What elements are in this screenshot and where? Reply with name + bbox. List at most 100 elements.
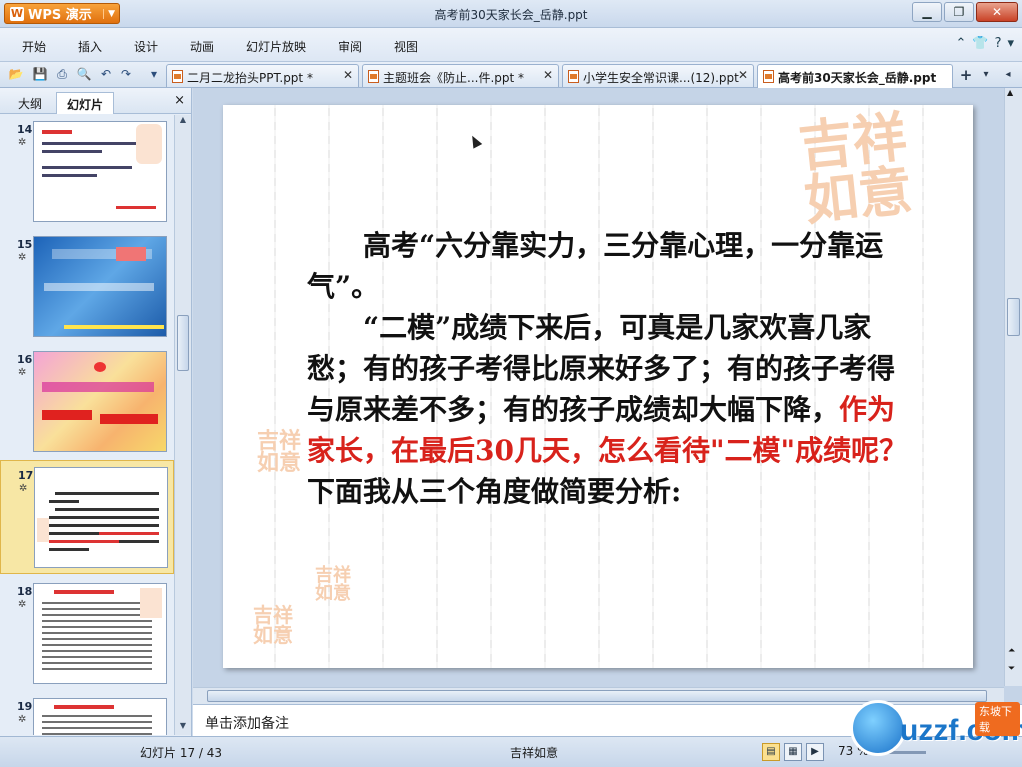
new-tab-icon[interactable]: + bbox=[956, 65, 976, 85]
print-icon[interactable]: ⎙ bbox=[54, 66, 70, 82]
current-slide[interactable]: 吉祥 如意 吉祥 如意 吉祥 如意 吉祥 如意 高考“六分靠实力，三分靠心理，一分靠运气… bbox=[223, 105, 973, 668]
tab-outline[interactable]: 大纲 bbox=[8, 92, 52, 114]
watermark-tag: 东坡下载 bbox=[975, 702, 1020, 736]
animation-star-icon: ✲ bbox=[18, 367, 27, 378]
slide-paragraph-2: “二模”成绩下来后，可真是几家欢喜几家愁；有的孩子考得比原来好多了；有的孩子考得… bbox=[307, 307, 919, 512]
paragraph-text: 下面我从三个角度做简要分析: bbox=[307, 475, 682, 508]
decorative-seal: 吉祥 如意 bbox=[257, 428, 302, 476]
open-folder-icon[interactable]: 📂 bbox=[8, 66, 24, 82]
paragraph-text: “二模”成绩下来后，可真是几家欢喜几家愁；有的孩子考得比原来好多了；有的孩子考得… bbox=[307, 311, 896, 426]
slide-thumbnail[interactable] bbox=[33, 236, 167, 337]
close-panel-icon[interactable]: × bbox=[174, 93, 185, 108]
slide-number: 18 bbox=[17, 585, 33, 598]
skin-shirt-icon[interactable]: 👕 bbox=[972, 36, 988, 51]
scroll-up-icon[interactable]: ▲ bbox=[1007, 88, 1013, 97]
slide-body-text[interactable]: 高考“六分靠实力，三分靠心理，一分靠运气”。 “二模”成绩下来后，可真是几家欢喜… bbox=[307, 225, 919, 512]
thumbnail-row-selected[interactable]: 17 ✲ bbox=[0, 460, 174, 574]
watermark-logo-icon bbox=[850, 700, 906, 756]
thumbnail-row[interactable]: 14 ✲ bbox=[0, 115, 174, 227]
animation-star-icon: ✲ bbox=[18, 137, 27, 148]
print-preview-icon[interactable]: 🔍 bbox=[76, 66, 92, 82]
animation-star-icon: ✲ bbox=[18, 714, 27, 725]
notes-placeholder: 单击添加备注 bbox=[205, 716, 289, 732]
thumbnail-row[interactable]: 15 ✲ bbox=[0, 230, 174, 342]
tab-document-1[interactable]: 二月二龙抬头PPT.ppt * ✕ bbox=[166, 64, 359, 87]
tab-document-3[interactable]: 小学生安全常识课...(12).ppt ✕ bbox=[562, 64, 754, 87]
normal-view-icon[interactable]: ▤ bbox=[762, 743, 780, 761]
slide-thumbnail[interactable] bbox=[33, 583, 167, 684]
scroll-up-icon[interactable]: ▲ bbox=[175, 115, 191, 129]
scrollbar-thumb[interactable] bbox=[177, 315, 189, 371]
animation-star-icon: ✲ bbox=[18, 599, 27, 610]
slide-indicator: 幻灯片 17 / 43 bbox=[140, 746, 223, 760]
title-bar: W WPS 演示 ▼ 高考前30天家长会_岳静.ppt ▁ ❐ ✕ bbox=[0, 0, 1022, 28]
menu-view[interactable]: 视图 bbox=[394, 38, 418, 55]
slide-number: 19 bbox=[17, 700, 33, 713]
customize-toolbar-icon[interactable]: ▾ bbox=[146, 66, 162, 82]
animation-star-icon: ✲ bbox=[18, 252, 27, 263]
tab-list-icon[interactable]: ▾ bbox=[976, 65, 996, 85]
decorative-seal: 吉祥 如意 bbox=[253, 603, 293, 647]
document-tab-bar: 📂 💾 ⎙ 🔍 ↶ ↷ ▾ 二月二龙抬头PPT.ppt * ✕ 主题班会《防止.… bbox=[0, 62, 1022, 88]
slide-editing-area: 吉祥 如意 吉祥 如意 吉祥 如意 吉祥 如意 高考“六分靠实力，三分靠心理，一分靠运气… bbox=[193, 88, 1022, 704]
slide-number: 16 bbox=[17, 353, 33, 366]
scrollbar-thumb[interactable] bbox=[1007, 298, 1020, 336]
slide-thumbnail[interactable] bbox=[33, 121, 167, 222]
slide-thumbnail[interactable] bbox=[33, 351, 167, 452]
tab-label: 主题班会《防止...件.ppt * bbox=[383, 71, 525, 85]
close-tab-icon[interactable]: ✕ bbox=[543, 68, 553, 82]
ppt-file-icon bbox=[763, 70, 774, 83]
menu-bar: 开始 插入 设计 动画 幻灯片放映 审阅 视图 ⌃ 👕 ? ▾ bbox=[0, 28, 1022, 62]
previous-slide-icon[interactable]: ⏶ bbox=[1008, 646, 1015, 656]
menu-review[interactable]: 审阅 bbox=[338, 38, 362, 55]
window-title: 高考前30天家长会_岳静.ppt bbox=[434, 8, 588, 22]
save-icon[interactable]: 💾 bbox=[32, 66, 48, 82]
slides-panel: 大纲 幻灯片 × 14 ✲ 15 ✲ 16 ✲ 17 ✲ 18 ✲ 19 ✲ ▲… bbox=[0, 88, 192, 736]
menu-slideshow[interactable]: 幻灯片放映 bbox=[246, 38, 306, 55]
menu-home[interactable]: 开始 bbox=[22, 38, 46, 55]
tab-document-4-active[interactable]: 高考前30天家长会_岳静.ppt bbox=[757, 64, 953, 88]
decorative-seal: 吉祥 如意 bbox=[315, 565, 351, 604]
slide-thumbnail[interactable] bbox=[34, 467, 168, 568]
menu-animation[interactable]: 动画 bbox=[190, 38, 214, 55]
theme-name[interactable]: 吉祥如意 bbox=[510, 744, 558, 761]
ppt-file-icon bbox=[568, 70, 579, 83]
close-tab-icon[interactable]: ✕ bbox=[343, 68, 353, 82]
slideshow-play-icon[interactable]: ▶ bbox=[806, 743, 824, 761]
tab-label: 小学生安全常识课...(12).ppt bbox=[583, 71, 739, 85]
animation-star-icon: ✲ bbox=[19, 483, 28, 494]
tab-scroll-icon[interactable]: ◂ bbox=[998, 65, 1018, 85]
tab-label: 高考前30天家长会_岳静.ppt bbox=[778, 71, 937, 85]
redo-icon[interactable]: ↷ bbox=[118, 66, 134, 82]
chevron-down-icon[interactable]: ▾ bbox=[1007, 36, 1014, 51]
slide-number: 17 bbox=[18, 469, 34, 482]
thumbnail-row[interactable]: 16 ✲ bbox=[0, 345, 174, 457]
slide-number: 14 bbox=[17, 123, 33, 136]
slide-number: 15 bbox=[17, 238, 33, 251]
slide-vertical-scrollbar[interactable]: ▲ ⏶ ⏷ bbox=[1004, 88, 1022, 686]
minimize-button[interactable]: ▁ bbox=[912, 2, 942, 22]
ppt-file-icon bbox=[368, 70, 379, 83]
slide-thumbnails: 14 ✲ 15 ✲ 16 ✲ 17 ✲ 18 ✲ 19 ✲ bbox=[0, 115, 174, 735]
tab-document-2[interactable]: 主题班会《防止...件.ppt * ✕ bbox=[362, 64, 559, 87]
chevron-up-icon[interactable]: ⌃ bbox=[955, 36, 966, 51]
thumbnail-row[interactable]: 19 ✲ bbox=[0, 692, 174, 735]
tab-slides[interactable]: 幻灯片 bbox=[56, 92, 115, 114]
tab-label: 二月二龙抬头PPT.ppt * bbox=[187, 71, 313, 85]
thumbnail-row[interactable]: 18 ✲ bbox=[0, 577, 174, 689]
next-slide-icon[interactable]: ⏷ bbox=[1008, 664, 1015, 674]
help-icon[interactable]: ? bbox=[995, 36, 1002, 51]
scroll-down-icon[interactable]: ▼ bbox=[175, 721, 191, 735]
menu-insert[interactable]: 插入 bbox=[78, 38, 102, 55]
thumbnails-scrollbar[interactable]: ▲ ▼ bbox=[174, 115, 191, 735]
maximize-button[interactable]: ❐ bbox=[944, 2, 974, 22]
slide-thumbnail[interactable] bbox=[33, 698, 167, 735]
close-tab-icon[interactable]: ✕ bbox=[738, 68, 748, 82]
site-watermark: uzzf.com 东坡下载 bbox=[850, 700, 1022, 760]
menu-design[interactable]: 设计 bbox=[134, 38, 158, 55]
slide-paragraph-1: 高考“六分靠实力，三分靠心理，一分靠运气”。 bbox=[307, 229, 884, 303]
undo-icon[interactable]: ↶ bbox=[98, 66, 114, 82]
ppt-file-icon bbox=[172, 70, 183, 83]
slide-sorter-icon[interactable]: ▦ bbox=[784, 743, 802, 761]
close-window-button[interactable]: ✕ bbox=[976, 2, 1018, 22]
